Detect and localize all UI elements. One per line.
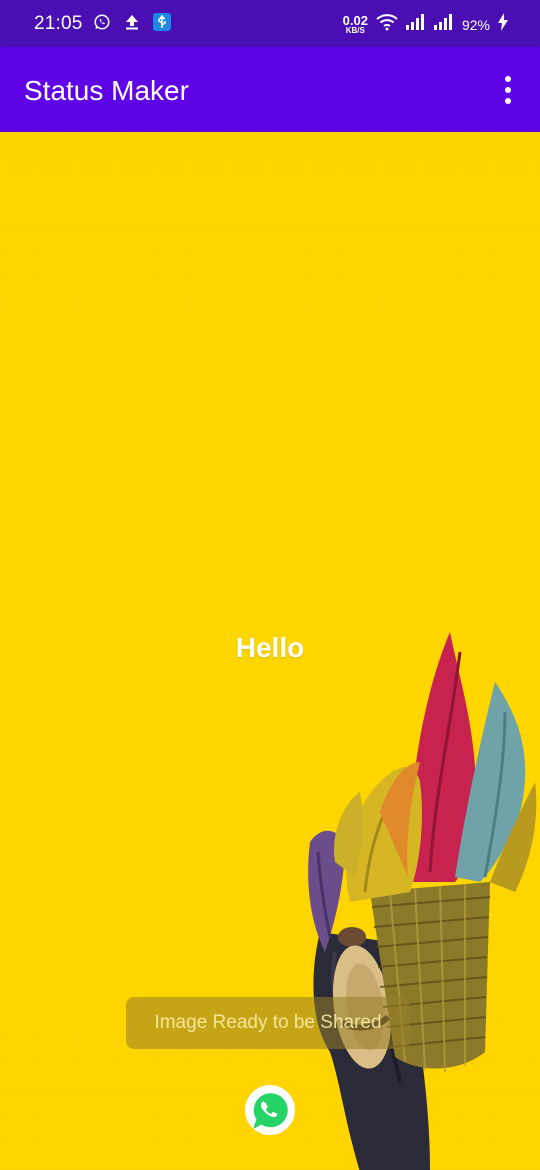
toast-message: Image Ready to be Shared bbox=[126, 997, 410, 1049]
signal-icon bbox=[405, 14, 426, 35]
more-vert-icon[interactable] bbox=[496, 73, 520, 107]
whatsapp-share-button[interactable] bbox=[244, 1084, 296, 1136]
whatsapp-icon bbox=[245, 1085, 295, 1135]
usb-icon bbox=[152, 12, 172, 32]
status-preview[interactable]: Hello Image Ready to be Shared bbox=[0, 132, 540, 1170]
background-photo bbox=[308, 632, 537, 1170]
upload-icon bbox=[122, 12, 142, 32]
notification-icons bbox=[92, 12, 172, 32]
whatsapp-icon bbox=[92, 12, 112, 32]
network-speed: 0.02 KB/S bbox=[342, 13, 368, 35]
system-icons: 0.02 KB/S 92% bbox=[343, 13, 508, 36]
battery-level: 92% bbox=[461, 16, 490, 33]
screen: 21:05 0.02 KB/S 92% Status Maker Hello I… bbox=[0, 0, 540, 1170]
status-bar: 21:05 0.02 KB/S 92% bbox=[0, 0, 540, 47]
signal-icon bbox=[433, 14, 454, 35]
wifi-icon bbox=[376, 13, 398, 36]
charging-icon bbox=[498, 13, 508, 36]
app-bar: Status Maker bbox=[0, 47, 540, 132]
status-time: 21:05 bbox=[34, 13, 83, 34]
app-title: Status Maker bbox=[24, 75, 189, 106]
status-text[interactable]: Hello bbox=[0, 632, 540, 664]
